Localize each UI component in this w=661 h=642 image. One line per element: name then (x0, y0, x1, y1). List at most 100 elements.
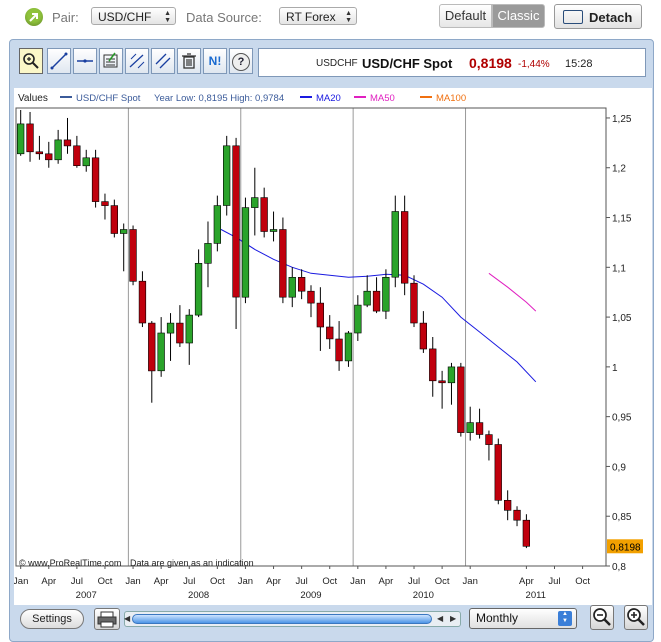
indicators-icon[interactable] (99, 48, 123, 74)
candle-body (457, 366, 465, 433)
view-default-button[interactable]: Default (439, 4, 492, 28)
help-icon[interactable]: ? (229, 48, 253, 74)
news-icon[interactable]: N! (203, 48, 227, 74)
candle-body (204, 243, 212, 264)
view-classic-button[interactable]: Classic (492, 4, 545, 28)
settings-button[interactable]: Settings (20, 609, 84, 629)
print-button[interactable] (94, 608, 120, 630)
candle (485, 430, 493, 461)
period-select[interactable]: Monthly ▲ ▼ (469, 608, 577, 629)
candles (16, 109, 530, 549)
pair-select[interactable]: USD/CHF ▲ ▼ (91, 7, 176, 25)
candle (204, 221, 212, 288)
candle-body (223, 145, 231, 206)
legend-values-label: Values (18, 93, 48, 104)
x-month-label: Jan (125, 576, 140, 587)
candle-body (391, 211, 399, 278)
x-month-label: Apr (266, 576, 281, 587)
candle (410, 275, 418, 328)
candle-body (54, 139, 62, 161)
candle (166, 313, 175, 361)
time-scrollbar[interactable]: ◀ ◀ ▶ (124, 611, 461, 627)
candle (429, 337, 437, 397)
candle (148, 321, 156, 403)
data-source-select[interactable]: RT Forex ▲ ▼ (279, 7, 357, 25)
period-select-value: Monthly (476, 611, 519, 625)
candle (129, 225, 137, 286)
candle-body (194, 263, 203, 316)
candle-body (400, 211, 409, 284)
detach-button[interactable]: Detach (554, 4, 642, 29)
candle (513, 506, 521, 527)
x-month-label: Jul (183, 576, 195, 587)
last-price-label: 0,8198 (610, 542, 641, 553)
ma50-line (488, 272, 537, 312)
plot-border (15, 107, 607, 567)
x-year-label: 2009 (300, 590, 321, 601)
x-month-label: Apr (379, 576, 394, 587)
x-month-label: Oct (322, 576, 337, 587)
candle (16, 109, 25, 156)
x-month-label: Jul (296, 576, 308, 587)
draw-line-icon[interactable] (47, 48, 71, 74)
printer-icon (97, 611, 117, 628)
zoom-in-icon (627, 608, 645, 626)
horizontal-line-icon[interactable] (73, 48, 97, 74)
candle (354, 295, 362, 341)
candle (241, 197, 250, 304)
candle-body (279, 229, 287, 298)
candle (316, 287, 324, 351)
select-arrows-icon: ▲ ▼ (558, 611, 572, 626)
candle (91, 149, 100, 208)
zoom-in-button[interactable] (624, 605, 648, 630)
candle-body (503, 499, 512, 511)
candle-body (297, 277, 306, 292)
x-month-label: Apr (519, 576, 534, 587)
candle-body (475, 422, 484, 435)
candle-body (157, 332, 165, 372)
scroll-left-icon[interactable]: ◀ (124, 614, 130, 623)
candle (447, 362, 456, 405)
candle (176, 305, 184, 347)
channel-icon[interactable] (151, 48, 175, 74)
candle (73, 135, 81, 168)
pair-select-value: USD/CHF (98, 10, 152, 24)
candle (260, 187, 268, 238)
candle (503, 490, 512, 521)
go-arrow-icon[interactable] (25, 8, 43, 26)
candle (279, 217, 287, 304)
y-tick-label: 1,05 (612, 313, 632, 324)
candle (101, 193, 109, 220)
scroll-left-icon-2[interactable]: ◀ (437, 614, 443, 623)
candle-body (344, 332, 353, 362)
x-month-label: Oct (575, 576, 590, 587)
candle (372, 277, 381, 314)
candle (63, 117, 72, 154)
candle-body (522, 519, 530, 547)
zoom-box-icon[interactable] (19, 48, 43, 74)
fibonacci-icon[interactable] (125, 48, 149, 74)
scroll-right-icon[interactable]: ▶ (450, 614, 456, 623)
detach-label: Detach (589, 10, 633, 25)
x-month-label: Jan (463, 576, 478, 587)
x-month-label: Jan (350, 576, 365, 587)
top-bar: Pair: USD/CHF ▲ ▼ Data Source: RT Forex ▲… (0, 0, 661, 34)
candle-body (288, 277, 296, 298)
candle-body (447, 366, 456, 384)
candle (157, 317, 165, 377)
price-chart[interactable]: 1,251,21,151,11,0510,950,90,850,80,8198 … (13, 88, 652, 605)
x-year-label: 2008 (188, 590, 209, 601)
scroll-thumb[interactable] (132, 614, 432, 624)
candle (185, 309, 193, 365)
select-arrows-icon: ▲ ▼ (164, 10, 171, 24)
candle (194, 249, 203, 318)
candle (522, 514, 530, 549)
candle-body (241, 207, 250, 298)
trash-icon[interactable] (177, 48, 201, 74)
zoom-out-button[interactable] (590, 605, 614, 630)
candle (466, 406, 474, 441)
candle-body (307, 290, 315, 304)
x-month-label: Apr (41, 576, 56, 587)
candle (326, 315, 334, 349)
x-month-label: Oct (435, 576, 450, 587)
